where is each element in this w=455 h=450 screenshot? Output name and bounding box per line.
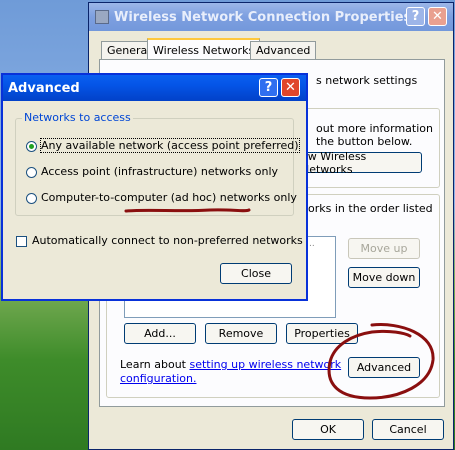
radio-access-point-label[interactable]: Access point (infrastructure) networks o… xyxy=(41,165,278,178)
close-icon[interactable]: ✕ xyxy=(281,78,300,97)
properties-button[interactable]: Properties xyxy=(286,323,358,344)
radio-access-point-only[interactable] xyxy=(26,167,37,178)
radio-adhoc-label[interactable]: Computer-to-computer (ad hoc) networks o… xyxy=(41,191,297,204)
learn-about-text: Learn about setting up wireless network xyxy=(120,358,342,371)
radio-any-network[interactable] xyxy=(26,141,37,152)
partial-text-4: orks in the order listed xyxy=(308,202,433,215)
advanced-button[interactable]: Advanced xyxy=(348,357,420,378)
tab-wireless-networks[interactable]: Wireless Networks xyxy=(147,38,261,60)
properties-window-icon xyxy=(95,10,109,24)
ok-button[interactable]: OK xyxy=(292,419,364,440)
advanced-dialog: Advanced ? ✕ Networks to access Any avai… xyxy=(1,73,308,301)
remove-button[interactable]: Remove xyxy=(205,323,277,344)
networks-to-access-label: Networks to access xyxy=(22,111,133,124)
radio-any-network-label[interactable]: Any available network (access point pref… xyxy=(40,138,300,153)
help-icon[interactable]: ? xyxy=(259,78,278,97)
list-scroll-stub: .. xyxy=(309,239,315,249)
setting-up-link[interactable]: setting up wireless network xyxy=(189,358,341,371)
partial-text-1: s network settings xyxy=(316,74,418,87)
configuration-link[interactable]: configuration. xyxy=(120,372,196,385)
close-button[interactable]: Close xyxy=(220,263,292,284)
view-wireless-networks-button[interactable]: ew Wireless Networks xyxy=(300,150,422,176)
auto-connect-checkbox[interactable] xyxy=(16,236,27,247)
auto-connect-label[interactable]: Automatically connect to non-preferred n… xyxy=(32,234,303,247)
add-button[interactable]: Add... xyxy=(124,323,196,344)
move-up-button[interactable]: Move up xyxy=(348,238,420,259)
help-icon[interactable]: ? xyxy=(406,7,425,26)
advanced-title: Advanced xyxy=(8,81,80,96)
tab-advanced[interactable]: Advanced xyxy=(250,41,317,59)
move-down-button[interactable]: Move down xyxy=(348,267,420,288)
partial-text-3: the button below. xyxy=(316,135,413,148)
properties-title: Wireless Network Connection Properties xyxy=(114,10,412,25)
properties-titlebar[interactable]: Wireless Network Connection Properties ?… xyxy=(89,3,453,31)
advanced-titlebar[interactable]: Advanced ? ✕ xyxy=(3,75,306,101)
radio-adhoc-only[interactable] xyxy=(26,193,37,204)
partial-text-2: out more information xyxy=(316,122,433,135)
close-icon[interactable]: ✕ xyxy=(428,7,447,26)
cancel-button[interactable]: Cancel xyxy=(372,419,444,440)
